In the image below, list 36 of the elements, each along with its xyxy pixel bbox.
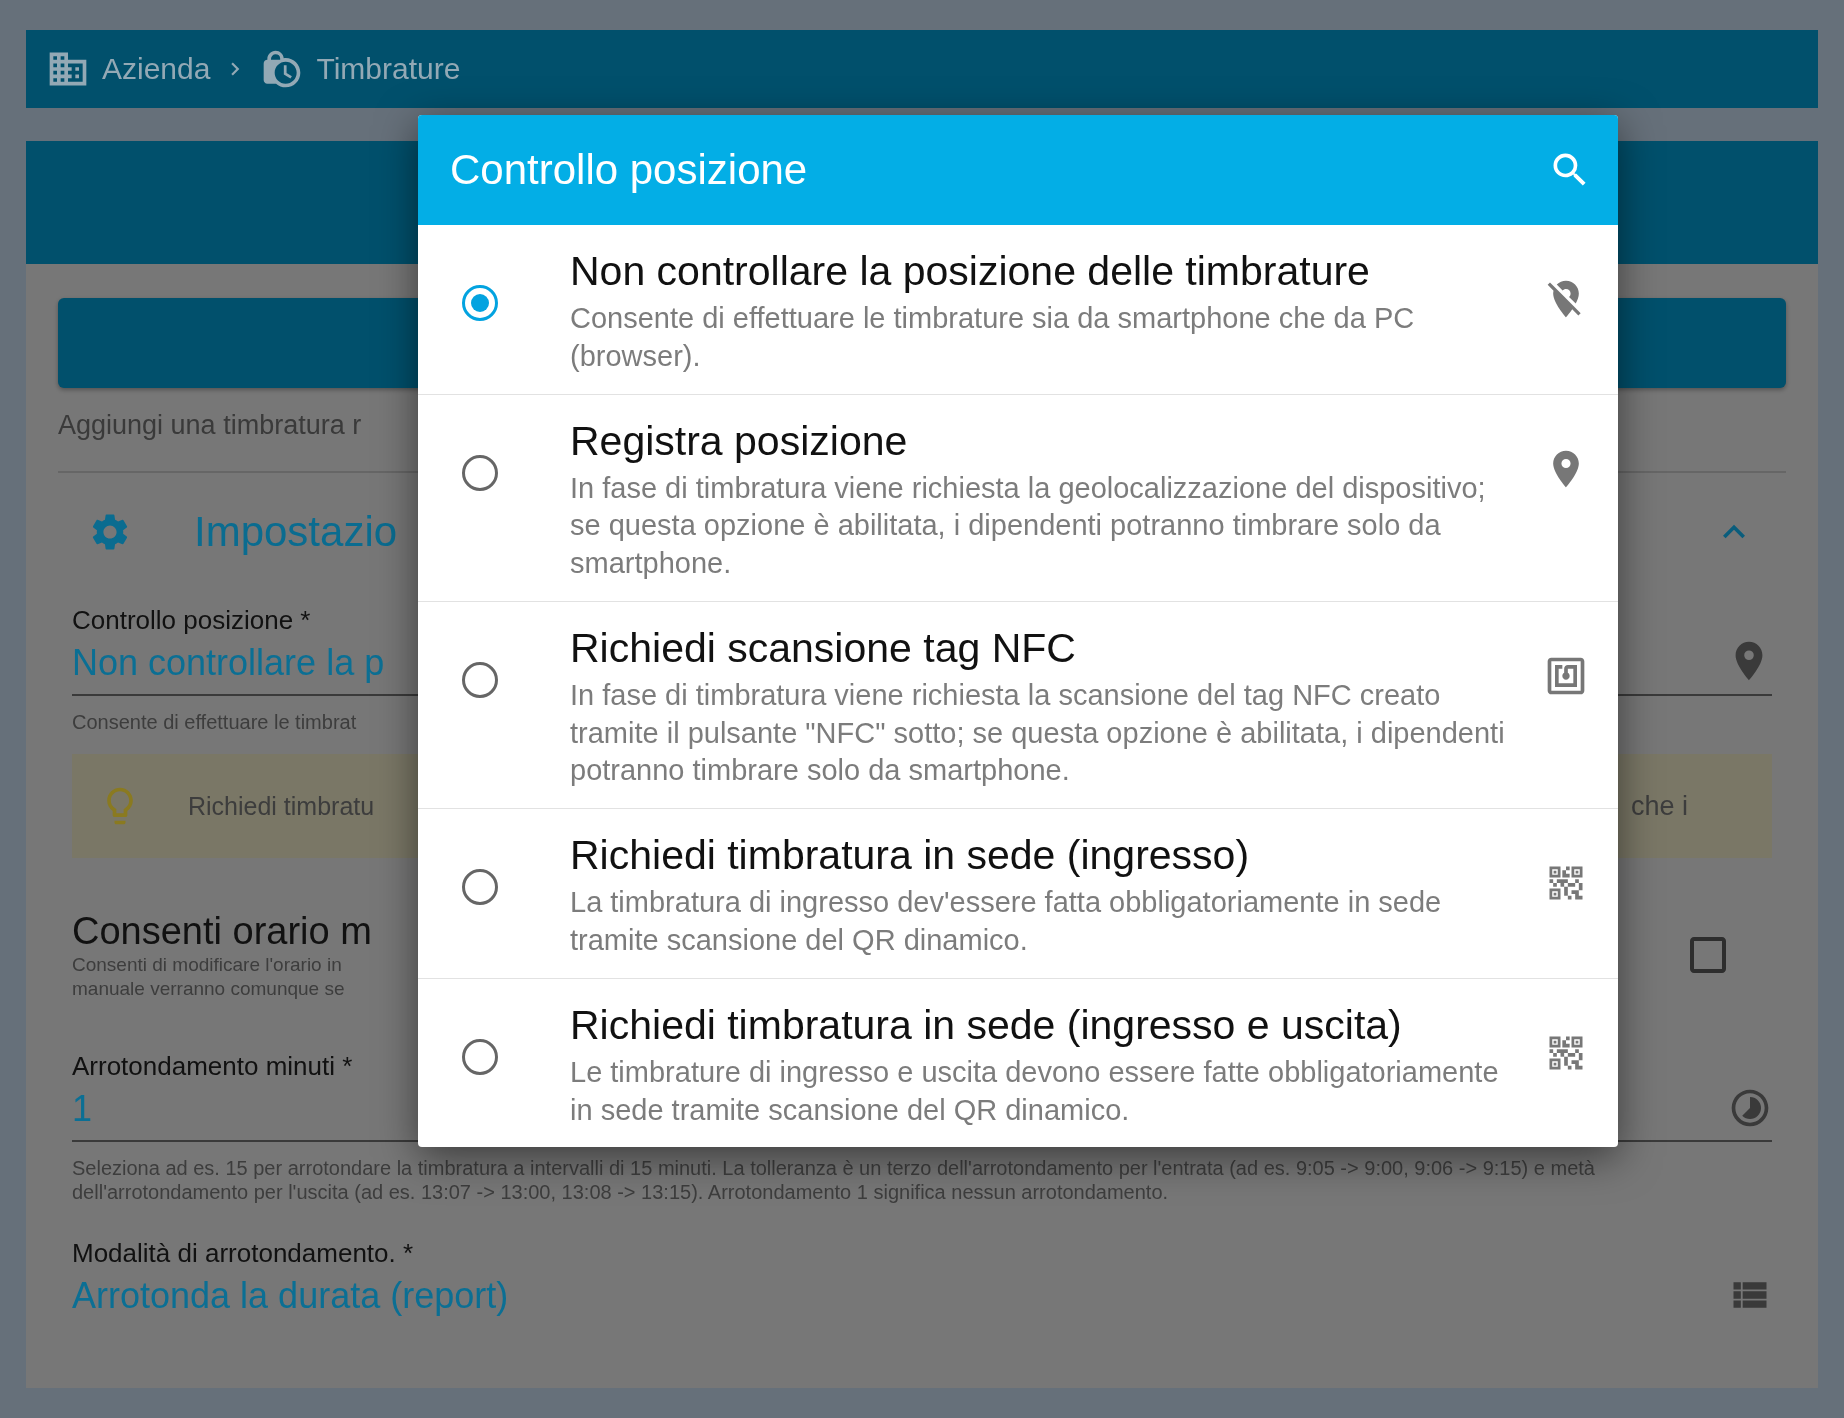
section-title: Impostazio [194,508,398,556]
option-title: Richiedi timbratura in sede (ingresso e uscita) [570,1000,1402,1050]
field-label: Modalità di arrotondamento. * [72,1237,414,1269]
field-label: Controllo posizione * [72,605,311,636]
option-description: In fase di timbratura viene richiesta la scansione del tag NFC creato tramite il pulsante "NFC" sotto; se questa opzione è abilitata, i dipendenti potranno timbrare solo da smartphone. [570,678,1506,789]
option-row[interactable]: Non controllare la posizione delle timbrature Consente di effettuare le timbrature sia da smartphone che da PC (browser). [418,225,1618,394]
option-help: manuale verranno comunque se [72,976,345,1001]
option-row[interactable]: Richiedi timbratura in sede (ingresso) La timbratura di ingresso dev'essere fatta obbligatoriamente in sede tramite scansione del QR dinamico. [418,808,1618,978]
rounding-mode-field[interactable]: Modalità di arrotondamento. * Arrotonda la durata (report) [72,1237,1772,1327]
option-title: Consenti orario m [72,910,372,953]
field-value: Arrotonda la durata (report) [72,1274,509,1317]
option-help: Consenti di modificare l'orario in [72,953,342,977]
radio-button[interactable] [462,454,498,491]
dialog-title: Controllo posizione [450,146,809,194]
field-value: 1 [72,1087,93,1130]
option-title: Richiedi scansione tag NFC [570,623,1076,673]
option-description: Consente di effettuare le timbrature sia da smartphone che da PC (browser). [570,301,1416,374]
radio-button[interactable] [462,869,498,906]
field-label: Arrotondamento minuti * [72,1050,353,1082]
option-row[interactable]: Richiedi timbratura in sede (ingresso e uscita) Le timbrature di ingresso e uscita devono essere fatte obbligatoriamente in sede tramite scansione del QR dinamico. [418,977,1618,1148]
option-row[interactable]: Registra posizione In fase di timbratura viene richiesta la geolocalizzazione del dispositivo; se questa opzione è abilitata, i dipendenti potranno timbrare solo da smartphone. [418,393,1618,601]
option-title: Registra posizione [570,416,908,466]
option-description: La timbratura di ingresso dev'essere fatta obbligatoriamente in sede tramite scansione del QR dinamico. [570,885,1443,958]
breadcrumb-link[interactable]: Timbrature [316,52,461,86]
radio-button[interactable] [462,285,498,321]
option-title: Non controllare la posizione delle timbrature [570,247,1370,296]
field-help: Consente di effettuare le timbrat [72,710,357,734]
field-value: Non controllare la p [72,642,385,684]
radio-button[interactable] [462,1038,498,1075]
tip-text: che i [1630,790,1688,822]
option-description: Le timbrature di ingresso e uscita devono essere fatte obbligatoriamente in sede tramite scansione del QR dinamico. [570,1054,1500,1128]
breadcrumb-link[interactable]: Azienda [102,52,211,86]
option-description: In fase di timbratura viene richiesta la geolocalizzazione del dispositivo; se questa opzione è abilitata, i dipendenti potranno timbrare solo da smartphone. [570,470,1487,582]
option-title: Richiedi timbratura in sede (ingresso) [570,831,1250,881]
tip-text: Richiedi timbratu [188,791,375,821]
radio-button[interactable] [462,661,498,698]
